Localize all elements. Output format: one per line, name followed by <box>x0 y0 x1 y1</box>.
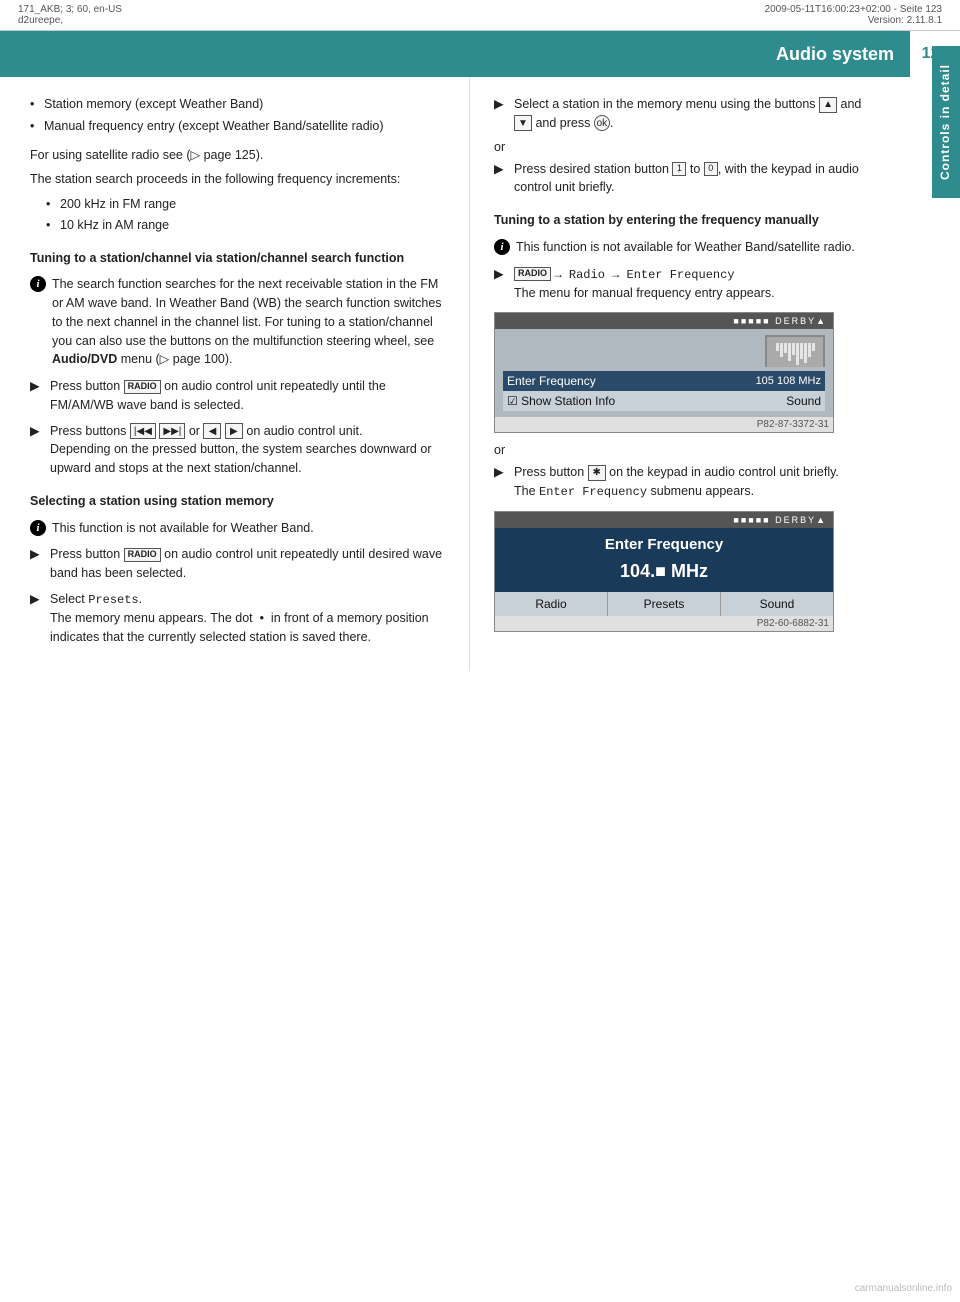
side-tab: Controls in detail <box>932 46 960 198</box>
section1-heading: Tuning to a station/channel via station/… <box>30 249 451 268</box>
right-arrow-text-2: Press desired station button 1̣ to 0, wi… <box>514 160 882 198</box>
freq-list: 200 kHz in FM range 10 kHz in AM range <box>46 195 451 235</box>
arrow-symbol-1: ▶ <box>30 377 46 393</box>
station-button-1: 1̣ <box>672 162 686 176</box>
intro-bullet-list: Station memory (except Weather Band) Man… <box>30 95 451 136</box>
arrow-symbol-2: ▶ <box>30 422 46 438</box>
screen2-top-bar: ■■■■■ DERBY▲ <box>495 512 833 528</box>
screen1-caption: P82-87-3372-31 <box>495 417 833 432</box>
next-key: ▶ <box>225 423 243 439</box>
screen2-sound: Sound <box>721 592 833 616</box>
screen1-mockup: ■■■■■ DERBY▲ <box>494 312 834 433</box>
screen1-row2-right: Sound <box>786 394 821 408</box>
search-para: The station search proceeds in the follo… <box>30 170 451 189</box>
watermark: carmanualsonline.info <box>855 1283 952 1294</box>
right-arrow-text-3: RADIO → Radio → Enter Frequency The menu… <box>514 265 775 303</box>
info-icon-2: i <box>30 520 46 536</box>
arrow-text-3: Press button RADIO on audio control unit… <box>50 545 451 583</box>
content-wrapper: Station memory (except Weather Band) Man… <box>0 77 960 671</box>
right-arrow-symbol-2: ▶ <box>494 160 510 176</box>
info-block-3: i This function is not available for Wea… <box>494 238 882 257</box>
screen1-content: Enter Frequency 105 108 MHz ☑ Show Stati… <box>495 329 833 417</box>
screen2-bottom-row: Radio Presets Sound <box>495 592 833 616</box>
screen1-row2-label: ☑ Show Station Info <box>507 394 615 408</box>
section3-heading: Tuning to a station by entering the freq… <box>494 211 882 230</box>
screen2-caption: P82-60-6882-31 <box>495 616 833 631</box>
arrow-item-1: ▶ Press button RADIO on audio control un… <box>30 377 451 415</box>
satellite-para: For using satellite radio see (▷ page 12… <box>30 146 451 165</box>
screen1-row1-right: 105 108 MHz <box>756 375 821 387</box>
down-button: ▼ <box>514 115 532 131</box>
left-column: Station memory (except Weather Band) Man… <box>0 77 470 671</box>
screen2-title: Enter Frequency <box>495 528 833 557</box>
page-title: Audio system <box>776 44 910 65</box>
screen1-row2: ☑ Show Station Info Sound <box>503 391 825 411</box>
section2-heading: Selecting a station using station memory <box>30 492 451 511</box>
page-header: Audio system 123 <box>0 31 960 77</box>
info-block-1: i The search function searches for the n… <box>30 275 451 369</box>
screen1-row1: Enter Frequency 105 108 MHz <box>503 371 825 391</box>
radio-key-1: RADIO <box>124 380 161 394</box>
info-icon-1: i <box>30 276 46 292</box>
arrow-item-4: ▶ Select Presets. The memory menu appear… <box>30 590 451 647</box>
menu-path: → Radio → Enter Frequency <box>554 268 734 282</box>
info-text-3: This function is not available for Weath… <box>516 238 855 257</box>
freq-item-2: 10 kHz in AM range <box>46 216 451 235</box>
star-key: ✱ <box>588 465 606 481</box>
screen1-row1-label: Enter Frequency <box>507 374 596 388</box>
screen1-dots: ■■■■■ DERBY▲ <box>733 316 827 326</box>
right-arrow-text-1: Select a station in the memory menu usin… <box>514 95 882 133</box>
right-column: ▶ Select a station in the memory menu us… <box>470 77 932 671</box>
radio-key-2: RADIO <box>124 548 161 562</box>
right-arrow-item-2: ▶ Press desired station button 1̣ to 0, … <box>494 160 882 198</box>
meta-right: 2009-05-11T16:00:23+02:00 - Seite 123 Ve… <box>765 4 942 26</box>
ok-button: ok <box>594 115 610 131</box>
right-arrow-text-4: Press button ✱ on the keypad in audio co… <box>514 463 839 501</box>
meta-left: 171_AKB; 3; 60, en-US d2ureepe, <box>18 4 122 26</box>
info-text-1: The search function searches for the nex… <box>52 275 451 369</box>
enter-freq-code: Enter Frequency <box>539 485 647 499</box>
up-button: ▲ <box>819 97 837 113</box>
presets-code: Presets <box>88 593 138 607</box>
meta-bar: 171_AKB; 3; 60, en-US d2ureepe, 2009-05-… <box>0 0 960 31</box>
or-line-2: or <box>494 443 882 457</box>
info-block-2: i This function is not available for Wea… <box>30 519 451 538</box>
right-arrow-symbol-1: ▶ <box>494 95 510 111</box>
right-arrow-item-3: ▶ RADIO → Radio → Enter Frequency The me… <box>494 265 882 303</box>
info-text-2: This function is not available for Weath… <box>52 519 314 538</box>
right-arrow-item-1: ▶ Select a station in the memory menu us… <box>494 95 882 133</box>
screen2-dots: ■■■■■ DERBY▲ <box>733 515 827 525</box>
or-line-1: or <box>494 140 882 154</box>
arrow-item-3: ▶ Press button RADIO on audio control un… <box>30 545 451 583</box>
arrow-item-2: ▶ Press buttons |◀◀ ▶▶| or ◀ ▶ on audio … <box>30 422 451 478</box>
arrow-symbol-4: ▶ <box>30 590 46 606</box>
screen2-presets: Presets <box>608 592 721 616</box>
info-icon-3: i <box>494 239 510 255</box>
arrow-symbol-3: ▶ <box>30 545 46 561</box>
next-next-key: ▶▶| <box>159 423 185 439</box>
screen2-freq: 104.■ MHz <box>495 557 833 592</box>
freq-item-1: 200 kHz in FM range <box>46 195 451 214</box>
prev-prev-key: |◀◀ <box>130 423 156 439</box>
screen1-top-bar: ■■■■■ DERBY▲ <box>495 313 833 329</box>
bullet-item-2: Manual frequency entry (except Weather B… <box>30 117 451 136</box>
station-button-0: 0 <box>704 162 718 176</box>
radio-key-3: RADIO <box>514 267 551 281</box>
prev-key: ◀ <box>203 423 221 439</box>
bullet-item-1: Station memory (except Weather Band) <box>30 95 451 114</box>
arrow-text-1: Press button RADIO on audio control unit… <box>50 377 451 415</box>
arrow-text-2: Press buttons |◀◀ ▶▶| or ◀ ▶ on audio co… <box>50 422 451 478</box>
right-arrow-symbol-4: ▶ <box>494 463 510 479</box>
right-arrow-item-4: ▶ Press button ✱ on the keypad in audio … <box>494 463 882 501</box>
arrow-text-4: Select Presets. The memory menu appears.… <box>50 590 451 647</box>
right-arrow-symbol-3: ▶ <box>494 265 510 281</box>
screen2-mockup: ■■■■■ DERBY▲ Enter Frequency 104.■ MHz R… <box>494 511 834 632</box>
screen2-radio: Radio <box>495 592 608 616</box>
